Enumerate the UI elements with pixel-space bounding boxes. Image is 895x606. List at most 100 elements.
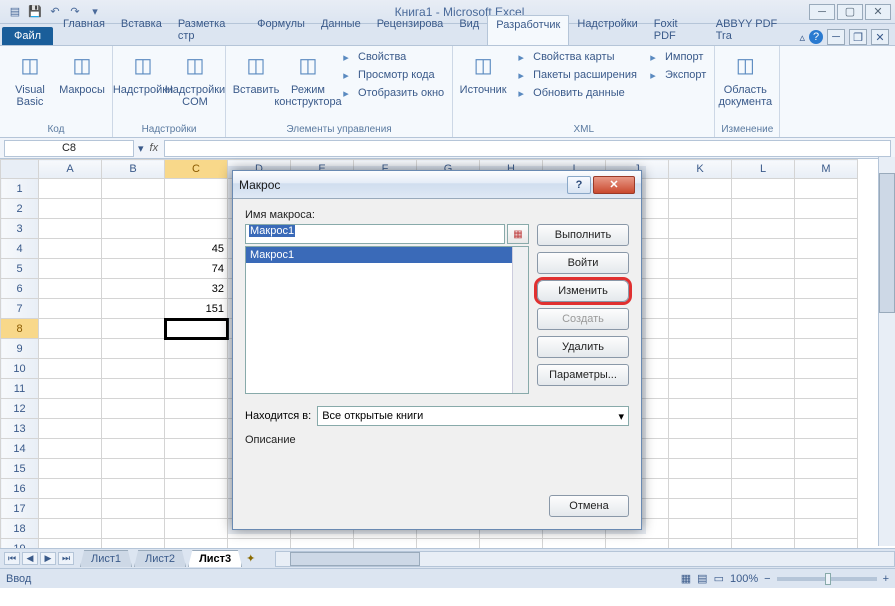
- minimize-ribbon-icon[interactable]: ▵: [799, 31, 805, 44]
- step-into-button[interactable]: Войти: [537, 252, 629, 274]
- view-break-icon[interactable]: ▭: [714, 572, 724, 585]
- cell[interactable]: [732, 339, 795, 359]
- cell[interactable]: [669, 339, 732, 359]
- column-header[interactable]: C: [165, 160, 228, 179]
- zoom-level[interactable]: 100%: [730, 573, 758, 585]
- row-header[interactable]: 13: [1, 419, 39, 439]
- location-select[interactable]: Все открытые книги ▾: [317, 406, 629, 426]
- ribbon-tab-1[interactable]: Вставка: [113, 15, 170, 45]
- cell[interactable]: [732, 219, 795, 239]
- sheet-last-icon[interactable]: ⏭: [58, 552, 74, 565]
- row-header[interactable]: 3: [1, 219, 39, 239]
- row-header[interactable]: 6: [1, 279, 39, 299]
- cell[interactable]: [102, 419, 165, 439]
- ribbon-small-button[interactable]: ▸Экспорт: [643, 66, 708, 84]
- ribbon-tab-4[interactable]: Данные: [313, 15, 369, 45]
- cell[interactable]: [165, 399, 228, 419]
- cell[interactable]: [291, 539, 354, 549]
- ribbon-big-button[interactable]: ◫Режимконструктора: [284, 48, 332, 110]
- cell[interactable]: [165, 519, 228, 539]
- cell[interactable]: [795, 439, 858, 459]
- macro-reference-button[interactable]: ▦: [507, 224, 529, 244]
- ribbon-small-button[interactable]: ▸Отобразить окно: [336, 84, 446, 102]
- cell[interactable]: [39, 519, 102, 539]
- cell[interactable]: [669, 459, 732, 479]
- macro-list[interactable]: Макрос1: [245, 246, 529, 394]
- cell[interactable]: [102, 359, 165, 379]
- cell[interactable]: [39, 259, 102, 279]
- cell[interactable]: [102, 519, 165, 539]
- cell[interactable]: [102, 399, 165, 419]
- cell[interactable]: [165, 479, 228, 499]
- ribbon-small-button[interactable]: ▸Пакеты расширения: [511, 66, 639, 84]
- cell[interactable]: [669, 519, 732, 539]
- ribbon-big-button[interactable]: ◫НадстройкиCOM: [171, 48, 219, 110]
- cell[interactable]: [732, 319, 795, 339]
- cell[interactable]: [102, 299, 165, 319]
- macro-list-item[interactable]: Макрос1: [246, 247, 528, 263]
- view-layout-icon[interactable]: ▤: [697, 572, 707, 585]
- view-normal-icon[interactable]: ▦: [681, 572, 691, 585]
- sheet-next-icon[interactable]: ▶: [40, 552, 56, 565]
- select-all-corner[interactable]: [1, 160, 39, 179]
- zoom-in-icon[interactable]: +: [883, 573, 889, 585]
- cell[interactable]: [669, 299, 732, 319]
- macro-list-scrollbar[interactable]: [512, 247, 528, 393]
- row-header[interactable]: 11: [1, 379, 39, 399]
- ribbon-big-button[interactable]: ◫Вставить: [232, 48, 280, 98]
- fx-icon[interactable]: fx: [144, 142, 165, 154]
- cell[interactable]: [669, 419, 732, 439]
- cell[interactable]: [795, 379, 858, 399]
- cell[interactable]: [669, 279, 732, 299]
- cell[interactable]: [795, 519, 858, 539]
- cell[interactable]: [795, 339, 858, 359]
- ribbon-big-button[interactable]: ◫Макросы: [58, 48, 106, 98]
- cell[interactable]: [480, 539, 543, 549]
- cell[interactable]: [102, 439, 165, 459]
- edit-button[interactable]: Изменить: [537, 280, 629, 302]
- cell[interactable]: [795, 459, 858, 479]
- cell[interactable]: [732, 239, 795, 259]
- cell[interactable]: [39, 199, 102, 219]
- cell[interactable]: [39, 459, 102, 479]
- maximize-button[interactable]: ▢: [837, 4, 863, 20]
- cell[interactable]: [669, 199, 732, 219]
- ribbon-tab-3[interactable]: Формулы: [249, 15, 313, 45]
- options-button[interactable]: Параметры...: [537, 364, 629, 386]
- cell[interactable]: [732, 519, 795, 539]
- row-header[interactable]: 16: [1, 479, 39, 499]
- workbook-close-icon[interactable]: ✕: [871, 29, 889, 45]
- column-header[interactable]: L: [732, 160, 795, 179]
- cell[interactable]: [102, 259, 165, 279]
- cell[interactable]: [165, 499, 228, 519]
- cell[interactable]: [39, 339, 102, 359]
- ribbon-tab-9[interactable]: Foxit PDF: [646, 15, 708, 45]
- cell[interactable]: [39, 379, 102, 399]
- cell[interactable]: 74: [165, 259, 228, 279]
- row-header[interactable]: 1: [1, 179, 39, 199]
- cell[interactable]: [795, 299, 858, 319]
- cell[interactable]: [39, 479, 102, 499]
- cell[interactable]: [732, 359, 795, 379]
- ribbon-tab-7[interactable]: Разработчик: [487, 15, 569, 45]
- cell[interactable]: [102, 219, 165, 239]
- dialog-help-button[interactable]: ?: [567, 176, 591, 194]
- cell[interactable]: [39, 399, 102, 419]
- row-header[interactable]: 12: [1, 399, 39, 419]
- cell[interactable]: [39, 179, 102, 199]
- cell[interactable]: [669, 439, 732, 459]
- ribbon-big-button[interactable]: ◫VisualBasic: [6, 48, 54, 110]
- row-header[interactable]: 8: [1, 319, 39, 339]
- minimize-button[interactable]: ─: [809, 4, 835, 20]
- cell[interactable]: [795, 219, 858, 239]
- ribbon-small-button[interactable]: ▸Импорт: [643, 48, 708, 66]
- cell[interactable]: [39, 279, 102, 299]
- close-button[interactable]: ✕: [865, 4, 891, 20]
- cell[interactable]: [669, 259, 732, 279]
- ribbon-small-button[interactable]: ▸Свойства карты: [511, 48, 639, 66]
- cell[interactable]: [732, 539, 795, 549]
- zoom-out-icon[interactable]: −: [764, 573, 770, 585]
- row-header[interactable]: 15: [1, 459, 39, 479]
- cell[interactable]: [165, 379, 228, 399]
- cell[interactable]: [669, 539, 732, 549]
